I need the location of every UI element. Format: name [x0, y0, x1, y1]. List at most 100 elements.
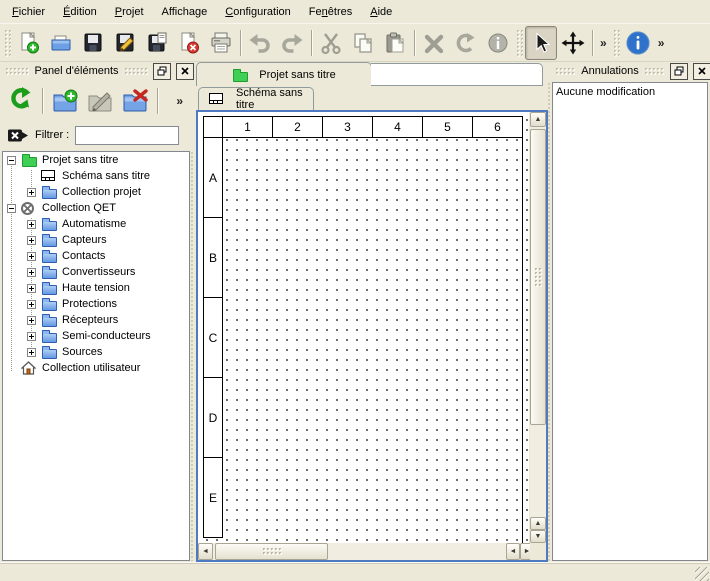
- menu-aide[interactable]: Aide: [362, 4, 400, 20]
- rotate-button[interactable]: [450, 26, 482, 60]
- resize-grip-icon[interactable]: [695, 567, 709, 581]
- float-icon: [157, 66, 167, 76]
- folder-icon: [41, 313, 57, 327]
- elements-panel-toolbar: »: [2, 82, 193, 120]
- grid-corner-cell: [203, 116, 223, 138]
- menu-fenetres[interactable]: Fenêtres: [301, 4, 360, 20]
- menu-affichage[interactable]: Affichage: [154, 4, 216, 20]
- save-all-button[interactable]: [141, 26, 173, 60]
- info-button[interactable]: [482, 26, 514, 60]
- expand-expander-icon[interactable]: [27, 188, 36, 197]
- vertical-scroll-thumb[interactable]: [530, 129, 546, 425]
- float-icon: [674, 66, 684, 76]
- tree-item-sources[interactable]: Sources: [3, 344, 189, 360]
- tree-item-schema-sans-titre[interactable]: Schéma sans titre: [3, 168, 189, 184]
- toolbar-drag-handle[interactable]: [4, 29, 11, 57]
- reload-collections-button[interactable]: [4, 85, 36, 117]
- toolbar-drag-handle[interactable]: [613, 29, 620, 57]
- edit-category-button[interactable]: [84, 85, 116, 117]
- redo-button[interactable]: [276, 26, 308, 60]
- paste-button[interactable]: [379, 26, 411, 60]
- tree-item-convertisseurs[interactable]: Convertisseurs: [3, 264, 189, 280]
- edit-category-icon: [86, 87, 114, 115]
- tree-item-collection-utilisateur[interactable]: Collection utilisateur: [3, 360, 189, 376]
- scroll-left-button[interactable]: ◄: [198, 543, 213, 560]
- save-as-button[interactable]: [109, 26, 141, 60]
- close-panel-button[interactable]: [693, 63, 710, 80]
- copy-button[interactable]: [347, 26, 379, 60]
- tree-item-protections[interactable]: Protections: [3, 296, 189, 312]
- expand-expander-icon[interactable]: [27, 316, 36, 325]
- move-tool-button[interactable]: [557, 26, 589, 60]
- horizontal-scroll-thumb[interactable]: [215, 543, 328, 560]
- folder-icon: [41, 217, 57, 231]
- collapse-expander-icon[interactable]: [7, 204, 16, 213]
- main-toolbar: » »: [0, 23, 710, 62]
- expand-expander-icon[interactable]: [27, 268, 36, 277]
- grid-column-header: 2: [273, 116, 323, 138]
- delete-button[interactable]: [418, 26, 450, 60]
- menu-edition[interactable]: Édition: [55, 4, 105, 20]
- expand-expander-icon[interactable]: [27, 300, 36, 309]
- vertical-scroll-track[interactable]: [530, 127, 546, 517]
- tree-item-recepteurs[interactable]: Récepteurs: [3, 312, 189, 328]
- menu-projet[interactable]: Projet: [107, 4, 152, 20]
- tree-item-automatisme[interactable]: Automatisme: [3, 216, 189, 232]
- toolbar-drag-handle[interactable]: [516, 29, 523, 57]
- about-qet-icon: [625, 30, 651, 56]
- delete-category-button[interactable]: [119, 85, 151, 117]
- scroll-up-button[interactable]: ▲: [530, 517, 546, 530]
- float-panel-button[interactable]: [153, 63, 171, 80]
- tree-item-contacts[interactable]: Contacts: [3, 248, 189, 264]
- print-button[interactable]: [205, 26, 237, 60]
- save-button[interactable]: [77, 26, 109, 60]
- up-arrow-icon: ▲: [535, 116, 542, 123]
- filter-input[interactable]: [75, 126, 179, 145]
- schema-canvas[interactable]: 1 2 3 4 5 6 A B C D E: [198, 112, 529, 543]
- new-file-button[interactable]: [13, 26, 45, 60]
- tree-item-semi-conducteurs[interactable]: Semi-conducteurs: [3, 328, 189, 344]
- tab-schema-sans-titre[interactable]: Schéma sans titre: [198, 87, 314, 110]
- menu-configuration[interactable]: Configuration: [217, 4, 299, 20]
- cut-icon: [319, 31, 343, 55]
- close-file-button[interactable]: [173, 26, 205, 60]
- float-panel-button[interactable]: [670, 63, 688, 80]
- scroll-down-button[interactable]: ▼: [530, 530, 546, 543]
- expand-expander-icon[interactable]: [27, 348, 36, 357]
- undo-list-item[interactable]: Aucune modification: [553, 84, 707, 100]
- about-qet-button[interactable]: [622, 26, 654, 60]
- left-splitter[interactable]: [190, 151, 195, 561]
- expand-expander-icon[interactable]: [27, 332, 36, 341]
- info-icon: [486, 31, 510, 55]
- undo-button[interactable]: [244, 26, 276, 60]
- undo-icon: [248, 31, 272, 55]
- tree-item-haute-tension[interactable]: Haute tension: [3, 280, 189, 296]
- tree-item-collection-projet[interactable]: Collection projet: [3, 184, 189, 200]
- tab-projet-sans-titre[interactable]: Projet sans titre: [196, 62, 372, 86]
- tree-item-capteurs[interactable]: Capteurs: [3, 232, 189, 248]
- expand-expander-icon[interactable]: [27, 252, 36, 261]
- expand-expander-icon[interactable]: [27, 236, 36, 245]
- vertical-scrollbar: ▲ ▲ ▼: [530, 112, 546, 543]
- tree-item-projet-sans-titre[interactable]: Projet sans titre: [3, 152, 189, 168]
- horizontal-scroll-track[interactable]: [213, 543, 506, 560]
- toolbar-overflow-chevron[interactable]: »: [596, 36, 611, 50]
- tree-item-collection-qet[interactable]: Collection QET: [3, 200, 189, 216]
- cut-button[interactable]: [315, 26, 347, 60]
- close-panel-button[interactable]: [176, 63, 194, 80]
- clear-filter-icon[interactable]: [8, 127, 29, 144]
- schema-icon: [41, 169, 57, 183]
- grid-row-header: D: [203, 378, 223, 458]
- expand-expander-icon[interactable]: [27, 284, 36, 293]
- open-file-button[interactable]: [45, 26, 77, 60]
- schema-icon: [209, 92, 225, 106]
- new-category-button[interactable]: [49, 85, 81, 117]
- select-tool-button[interactable]: [525, 26, 557, 60]
- scroll-left-button[interactable]: ◄: [506, 543, 520, 560]
- expand-expander-icon[interactable]: [27, 220, 36, 229]
- scroll-up-button[interactable]: ▲: [530, 112, 546, 127]
- collapse-expander-icon[interactable]: [7, 156, 16, 165]
- panel-overflow-chevron[interactable]: »: [172, 94, 187, 108]
- toolbar-overflow-chevron[interactable]: »: [654, 36, 669, 50]
- menu-fichier[interactable]: Fichier: [4, 4, 53, 20]
